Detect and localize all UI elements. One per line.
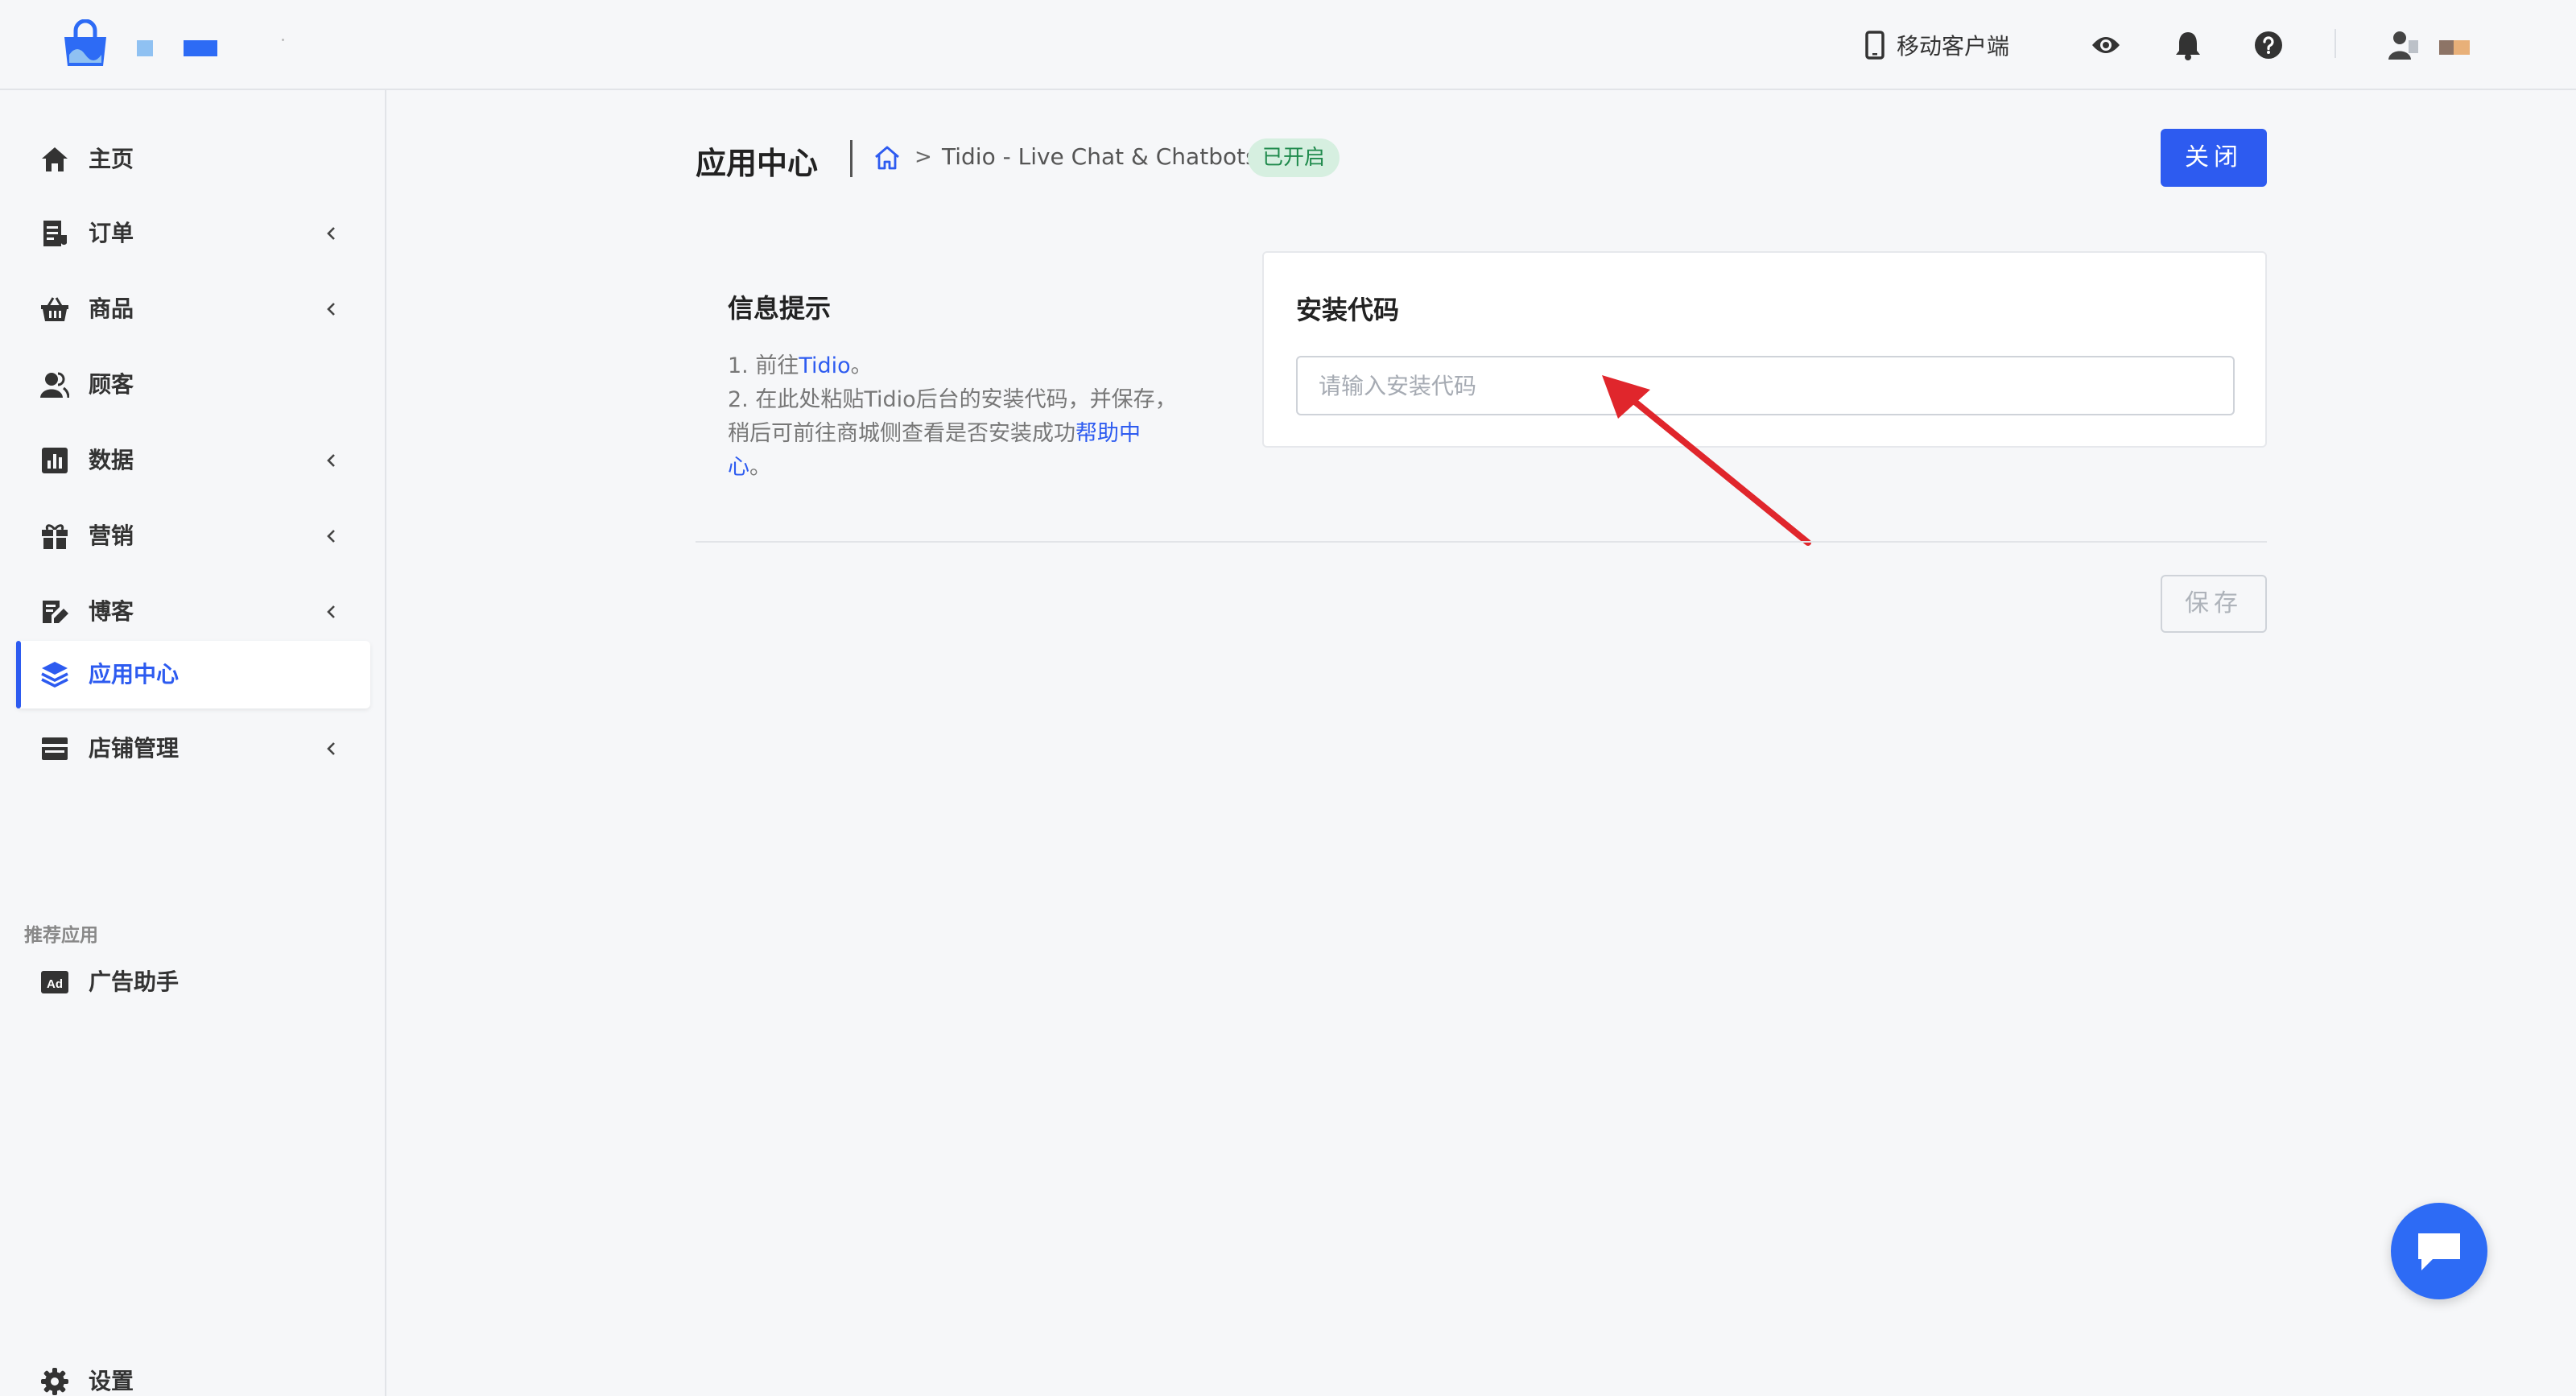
recommended-apps-heading: 推荐应用 xyxy=(24,925,98,946)
notification-bell-icon[interactable] xyxy=(2172,29,2204,61)
sidebar-item-label: 店铺管理 xyxy=(89,735,180,762)
sidebar-item-store-management[interactable]: 店铺管理 xyxy=(16,715,370,783)
shopping-bag-logo-icon[interactable] xyxy=(61,19,109,69)
chevron-left-icon xyxy=(327,605,335,618)
breadcrumb-current-app: Tidio - Live Chat & Chatbots xyxy=(942,143,1257,170)
home-icon xyxy=(42,147,68,171)
title-divider xyxy=(850,140,852,177)
info-line-1: 1. 前往Tidio。 xyxy=(728,349,1179,383)
save-button[interactable]: 保存 xyxy=(2161,575,2267,633)
sidebar-item-label: 应用中心 xyxy=(89,661,180,688)
info-line-1-suffix: 。 xyxy=(850,353,873,378)
customers-icon xyxy=(40,372,69,399)
info-line-1-text: 1. 前往 xyxy=(728,353,799,378)
sidebar-item-home[interactable]: 主页 xyxy=(16,126,370,193)
content-divider xyxy=(696,541,2267,543)
sidebar-item-label: 设置 xyxy=(89,1368,134,1394)
sidebar-item-blog[interactable]: 博客 xyxy=(16,578,370,646)
sidebar-item-orders[interactable]: 订单 xyxy=(16,200,370,267)
preview-eye-icon[interactable] xyxy=(2090,29,2122,61)
sidebar-item-label: 顾客 xyxy=(89,371,134,398)
top-header: 移动客户端 xyxy=(0,0,2576,90)
mobile-client-link[interactable]: 移动客户端 xyxy=(1864,27,2009,63)
mobile-client-label: 移动客户端 xyxy=(1897,33,2010,60)
sidebar-item-settings[interactable]: 设置 xyxy=(16,1348,370,1396)
user-name-block[interactable] xyxy=(2454,40,2470,55)
info-line-2: 2. 在此处粘贴Tidio后台的安装代码，并保存，稍后可前往商城侧查看是否安装成… xyxy=(728,383,1179,485)
sidebar-item-customers[interactable]: 顾客 xyxy=(16,351,370,419)
info-heading: 信息提示 xyxy=(728,293,832,324)
install-code-heading: 安装代码 xyxy=(1296,295,1400,325)
breadcrumb-separator: > xyxy=(914,145,932,169)
chevron-left-icon xyxy=(327,303,335,316)
layers-icon xyxy=(41,662,68,688)
tidio-link[interactable]: Tidio xyxy=(799,353,850,378)
shopping-basket-icon xyxy=(41,297,68,321)
breadcrumb-home-icon[interactable] xyxy=(873,143,902,172)
user-avatar-icon[interactable] xyxy=(2388,29,2421,61)
header-divider xyxy=(2334,29,2336,58)
sidebar-item-label: 广告助手 xyxy=(89,969,180,995)
store-name-block xyxy=(137,40,153,56)
store-icon xyxy=(42,737,68,760)
logo-dot xyxy=(282,39,284,41)
gear-icon xyxy=(41,1368,68,1395)
store-name-block xyxy=(184,40,217,56)
sidebar-item-marketing[interactable]: 营销 xyxy=(16,502,370,570)
chevron-left-icon xyxy=(327,530,335,543)
sidebar-item-label: 数据 xyxy=(89,447,134,473)
close-button[interactable]: 关闭 xyxy=(2161,129,2267,187)
sidebar-item-label: 主页 xyxy=(89,146,134,172)
chat-widget-button[interactable] xyxy=(2391,1203,2487,1299)
sidebar-item-data[interactable]: 数据 xyxy=(16,427,370,494)
info-line-2-suffix: 。 xyxy=(749,455,771,480)
chevron-left-icon xyxy=(327,742,335,755)
sidebar-item-app-center[interactable]: 应用中心 xyxy=(16,641,370,708)
chat-bubble-icon xyxy=(2418,1233,2460,1270)
sidebar-item-label: 订单 xyxy=(89,220,134,246)
ad-icon: Ad xyxy=(41,971,68,993)
annotation-arrow xyxy=(1602,375,1811,546)
sidebar-item-ad-assistant[interactable]: Ad 广告助手 xyxy=(16,948,370,1016)
order-document-icon xyxy=(43,221,67,246)
page-title: 应用中心 xyxy=(696,146,819,181)
status-badge: 已开启 xyxy=(1248,138,1340,177)
edit-document-icon xyxy=(43,601,68,623)
sidebar: 主页 订单 商品 顾客 数据 营销 博客 应用中心 店铺管理 推荐应用 Ad 广… xyxy=(0,90,386,1396)
chevron-left-icon xyxy=(327,227,335,240)
gift-icon xyxy=(42,524,68,549)
mobile-phone-icon xyxy=(1865,31,1885,60)
svg-text:Ad: Ad xyxy=(47,977,63,991)
chevron-left-icon xyxy=(327,454,335,467)
sidebar-item-products[interactable]: 商品 xyxy=(16,275,370,343)
info-instructions: 1. 前往Tidio。 2. 在此处粘贴Tidio后台的安装代码，并保存，稍后可… xyxy=(728,349,1179,485)
sidebar-item-label: 营销 xyxy=(89,522,134,549)
bar-chart-icon xyxy=(42,448,68,473)
sidebar-item-label: 商品 xyxy=(89,295,134,322)
help-question-icon[interactable] xyxy=(2252,29,2285,61)
user-name-block[interactable] xyxy=(2439,40,2454,55)
sidebar-item-label: 博客 xyxy=(89,598,134,625)
